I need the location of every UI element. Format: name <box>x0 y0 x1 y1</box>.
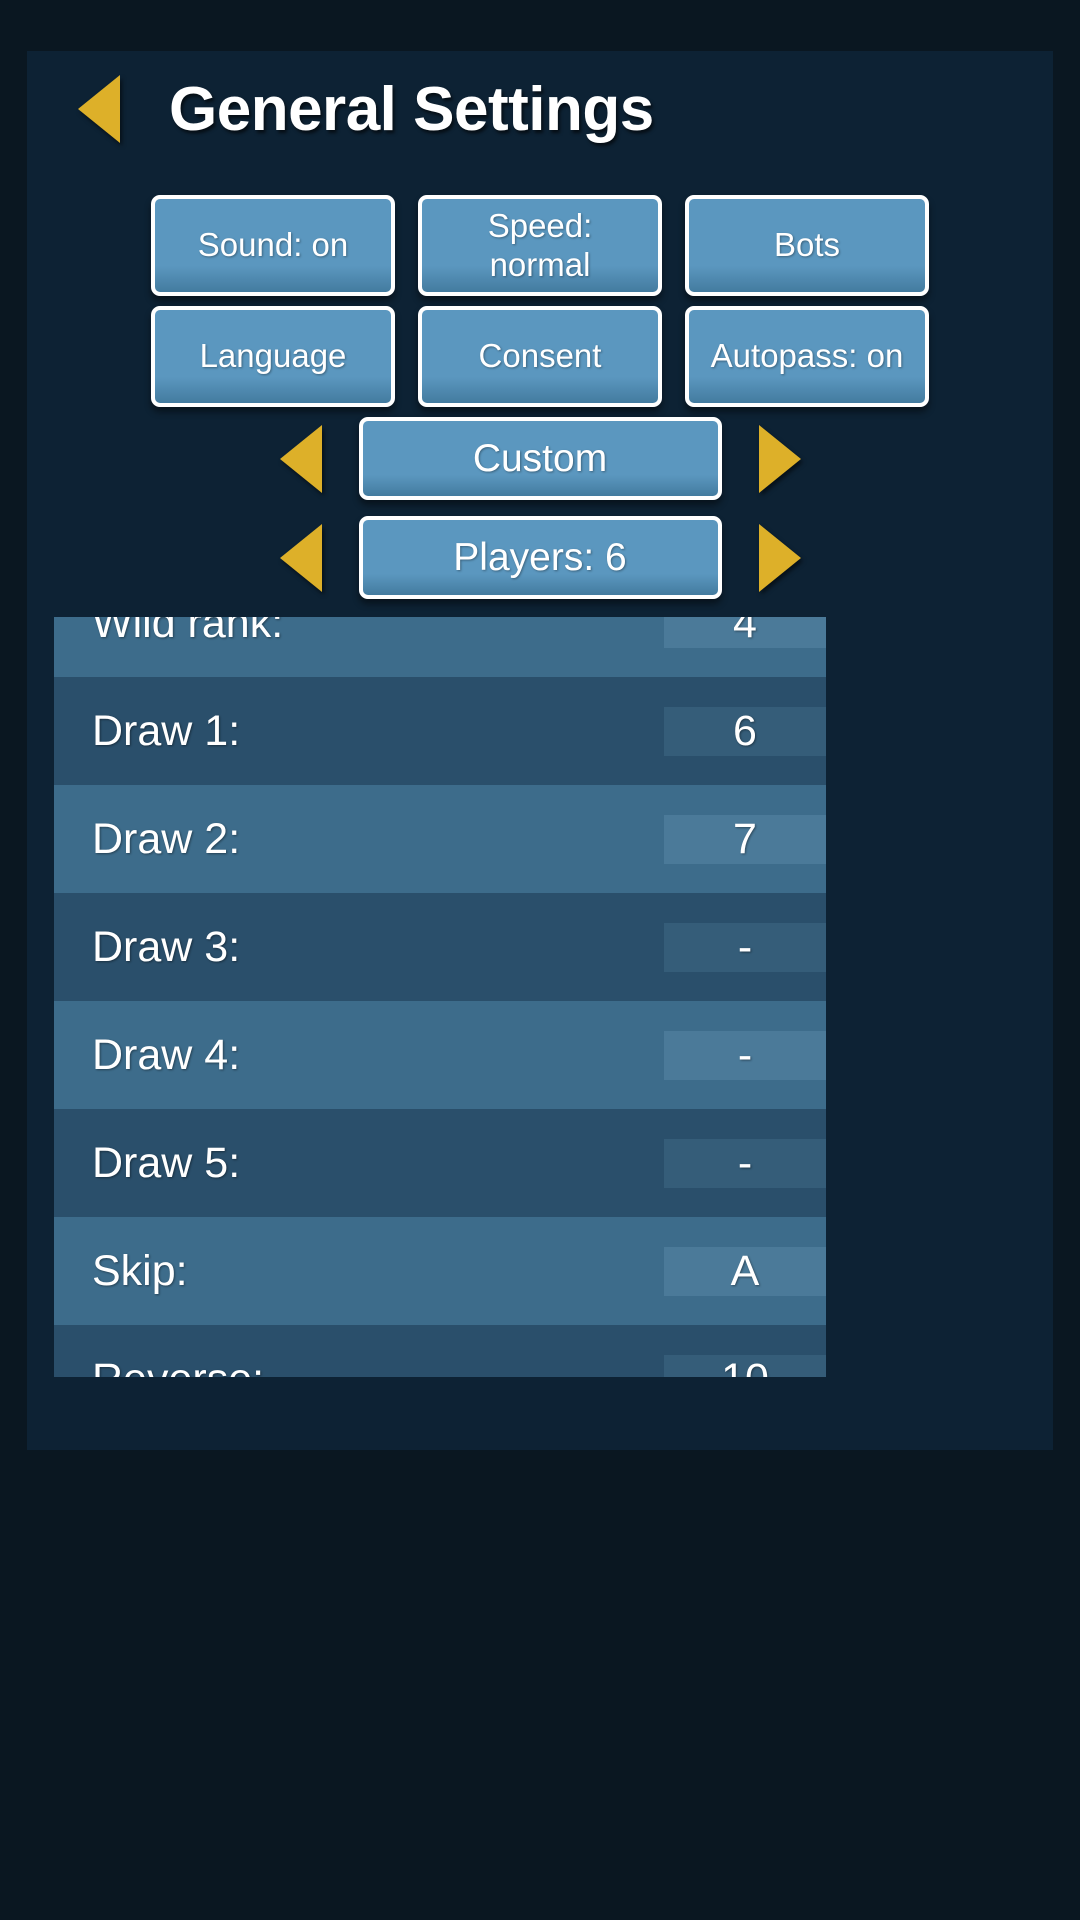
triangle-left-icon <box>279 523 322 592</box>
table-row-label: Draw 5: <box>92 1138 241 1187</box>
table-row-label: Draw 3: <box>92 922 241 971</box>
table-row-label: Draw 2: <box>92 814 241 863</box>
table-row-value: 10 <box>664 1354 826 1377</box>
players-next-button[interactable] <box>756 523 804 593</box>
triangle-right-icon <box>758 424 801 493</box>
page-title: General Settings <box>169 74 654 144</box>
table-row-label: Reverse: <box>54 1355 664 1378</box>
table-row[interactable]: Reverse:10 <box>54 1325 826 1377</box>
table-row-value: 7 <box>664 814 826 864</box>
table-row[interactable]: Draw 5: - <box>54 1109 826 1217</box>
options-row-1: Sound: on Speed: normal Bots <box>27 195 1053 296</box>
table-row[interactable]: Skip: A <box>54 1217 826 1325</box>
header-bar: General Settings <box>27 51 1053 167</box>
settings-panel: General Settings Sound: on Speed: normal… <box>27 51 1053 1450</box>
table-row-label: Draw 4: <box>92 1030 241 1079</box>
triangle-right-icon <box>758 523 801 592</box>
table-row[interactable]: Draw 1: 6 <box>54 677 826 785</box>
table-row[interactable]: Wild rank: 4 <box>54 617 826 677</box>
table-row-value: - <box>664 1138 826 1188</box>
autopass-button[interactable]: Autopass: on <box>685 306 929 407</box>
app-screen: General Settings Sound: on Speed: normal… <box>0 0 1080 1920</box>
ruleset-next-button[interactable] <box>756 424 804 494</box>
players-stepper: Players: 6 <box>27 516 1053 599</box>
back-button[interactable] <box>78 75 120 143</box>
rules-table-scroll[interactable]: Wild rank: 4 Draw 1: 6 Draw 2: 7 Draw 3: - Draw … <box>54 617 826 1377</box>
table-row-value: A <box>664 1246 826 1296</box>
table-row-value: - <box>664 1030 826 1080</box>
consent-button[interactable]: Consent <box>418 306 662 407</box>
table-row[interactable]: Draw 3: - <box>54 893 826 1001</box>
triangle-left-icon <box>279 424 322 493</box>
ruleset-prev-button[interactable] <box>277 424 325 494</box>
table-row-label: Skip: <box>92 1246 188 1295</box>
ruleset-stepper: Custom <box>27 417 1053 500</box>
sound-button[interactable]: Sound: on <box>151 195 395 296</box>
ruleset-value-button[interactable]: Custom <box>358 417 722 500</box>
table-row-label: Wild rank: <box>92 617 284 647</box>
bots-button[interactable]: Bots <box>685 195 929 296</box>
triangle-left-icon <box>78 75 120 143</box>
table-row[interactable]: Draw 2: 7 <box>54 785 826 893</box>
table-row[interactable]: Draw 4: - <box>54 1001 826 1109</box>
table-row-value: 6 <box>664 706 826 756</box>
table-row-value: - <box>664 922 826 972</box>
options-row-2: Language Consent Autopass: on <box>27 306 1053 407</box>
rules-table: Wild rank: 4 Draw 1: 6 Draw 2: 7 Draw 3: - Draw … <box>54 617 826 1377</box>
table-row-value: 4 <box>664 617 826 648</box>
players-prev-button[interactable] <box>277 523 325 593</box>
players-value-button[interactable]: Players: 6 <box>358 516 722 599</box>
table-row-label: Draw 1: <box>92 706 241 755</box>
speed-button[interactable]: Speed: normal <box>418 195 662 296</box>
language-button[interactable]: Language <box>151 306 395 407</box>
